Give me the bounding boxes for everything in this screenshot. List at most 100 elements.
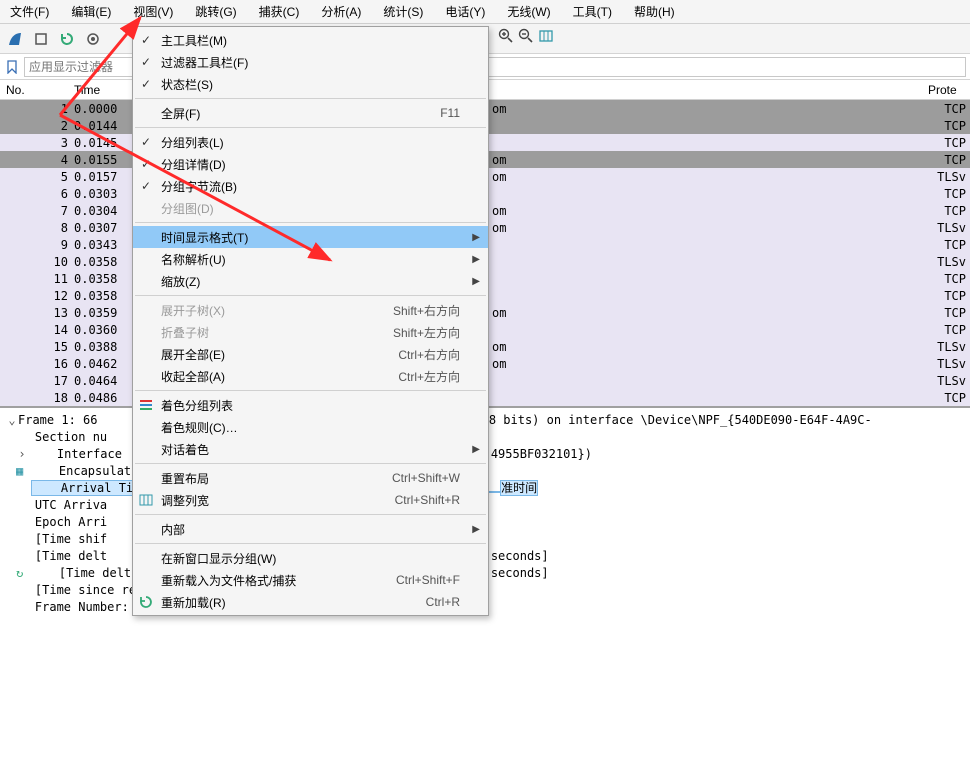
section-number[interactable]: Section nu — [6, 430, 107, 444]
cell-protocol: TCP — [944, 136, 966, 150]
cell-no: 16 — [0, 357, 74, 371]
menu-fullscreen[interactable]: 全屏(F)F11 — [133, 102, 488, 124]
menu-status-bar[interactable]: ✓状态栏(S) — [133, 73, 488, 95]
menu-packet-diagram: 分组图(D) — [133, 197, 488, 219]
menu-view[interactable]: 视图(V) — [129, 1, 177, 22]
menu-expand-all[interactable]: 展开全部(E)Ctrl+右方向 — [133, 343, 488, 365]
encapsulation[interactable]: Encapsulat — [30, 464, 131, 478]
cell-no: 8 — [0, 221, 74, 235]
menu-main-toolbar[interactable]: ✓主工具栏(M) — [133, 29, 488, 51]
cell-protocol: TLSv — [937, 357, 966, 371]
cell-no: 18 — [0, 391, 74, 405]
menu-coloring-rules[interactable]: 着色规则(C)… — [133, 416, 488, 438]
cell-protocol: TLSv — [937, 340, 966, 354]
menu-collapse-all[interactable]: 收起全部(A)Ctrl+左方向 — [133, 365, 488, 387]
cell-protocol: TLSv — [937, 221, 966, 235]
menu-telephony[interactable]: 电话(Y) — [441, 1, 489, 22]
shortcut-label: Ctrl+左方向 — [398, 368, 460, 385]
shortcut-label: Ctrl+Shift+F — [396, 573, 460, 587]
menu-collapse-subtree: 折叠子树Shift+左方向 — [133, 321, 488, 343]
menu-reset-layout[interactable]: 重置布局Ctrl+Shift+W — [133, 467, 488, 489]
frame-number[interactable]: Frame Number: 1 — [6, 600, 143, 614]
cell-protocol: TLSv — [937, 170, 966, 184]
cell-no: 11 — [0, 272, 74, 286]
menu-packet-bytes[interactable]: ✓分组字节流(B) — [133, 175, 488, 197]
shortcut-label: Ctrl+右方向 — [398, 346, 460, 363]
menu-colorize-conversation[interactable]: 对话着色▶ — [133, 438, 488, 460]
cell-no: 3 — [0, 136, 74, 150]
menu-name-resolution[interactable]: 名称解析(U)▶ — [133, 248, 488, 270]
caret-down-icon[interactable]: ⌄ — [6, 412, 18, 429]
menu-internals[interactable]: 内部▶ — [133, 518, 488, 540]
cell-no: 1 — [0, 102, 74, 116]
toolbar-right — [498, 28, 554, 47]
menu-help[interactable]: 帮助(H) — [630, 1, 679, 22]
separator — [135, 543, 486, 544]
stop-icon[interactable] — [30, 28, 52, 50]
menu-reload-as-file-format[interactable]: 重新载入为文件格式/捕获Ctrl+Shift+F — [133, 569, 488, 591]
cell-protocol: TLSv — [937, 374, 966, 388]
cell-no: 2 — [0, 119, 74, 133]
cell-no: 5 — [0, 170, 74, 184]
cell-protocol: TCP — [944, 187, 966, 201]
cell-dest-fragment: om — [492, 204, 506, 218]
menu-packet-details[interactable]: ✓分组详情(D) — [133, 153, 488, 175]
cell-protocol: TCP — [944, 153, 966, 167]
bookmark-icon[interactable] — [4, 59, 20, 75]
menu-resize-columns[interactable]: 调整列宽Ctrl+Shift+R — [133, 489, 488, 511]
time-shift[interactable]: [Time shif — [6, 532, 107, 546]
menu-reload[interactable]: 重新加载(R)Ctrl+R — [133, 591, 488, 613]
options-icon[interactable] — [82, 28, 104, 50]
menu-analyze[interactable]: 分析(A) — [317, 1, 365, 22]
menu-packet-list[interactable]: ✓分组列表(L) — [133, 131, 488, 153]
zoom-out-icon[interactable] — [518, 28, 534, 47]
cell-no: 15 — [0, 340, 74, 354]
menu-wireless[interactable]: 无线(W) — [503, 1, 554, 22]
menu-statistics[interactable]: 统计(S) — [379, 1, 427, 22]
zoom-in-icon[interactable] — [498, 28, 514, 47]
menu-filter-toolbar[interactable]: ✓过滤器工具栏(F) — [133, 51, 488, 73]
menu-expand-subtree: 展开子树(X)Shift+右方向 — [133, 299, 488, 321]
shortcut-label: Ctrl+R — [426, 595, 460, 609]
separator — [135, 295, 486, 296]
cell-no: 10 — [0, 255, 74, 269]
colorize-list-icon — [137, 397, 155, 413]
reload-inline-icon: ↻ — [16, 565, 30, 582]
cell-dest-fragment: om — [492, 340, 506, 354]
menu-goto[interactable]: 跳转(G) — [191, 1, 240, 22]
epoch-arrival[interactable]: Epoch Arri — [6, 515, 107, 529]
restart-icon[interactable] — [56, 28, 78, 50]
cell-protocol: TLSv — [937, 255, 966, 269]
submenu-arrow-icon: ▶ — [472, 444, 480, 455]
menu-zoom[interactable]: 缩放(Z)▶ — [133, 270, 488, 292]
utc-arrival[interactable]: UTC Arriva — [6, 498, 107, 512]
arrival-time[interactable]: Arrival Ti — [32, 481, 133, 495]
interface-id[interactable]: Interface — [28, 447, 129, 461]
menu-edit[interactable]: 编辑(E) — [67, 1, 115, 22]
separator — [135, 222, 486, 223]
check-icon: ✓ — [139, 55, 153, 69]
menu-file[interactable]: 文件(F) — [6, 1, 53, 22]
shark-fin-icon[interactable] — [4, 28, 26, 50]
caret-right-icon[interactable]: › — [16, 446, 28, 463]
check-icon: ✓ — [139, 77, 153, 91]
cell-no: 17 — [0, 374, 74, 388]
resize-columns-icon[interactable] — [538, 28, 554, 47]
cell-no: 13 — [0, 306, 74, 320]
cell-dest-fragment: om — [492, 170, 506, 184]
menu-show-packet-new-window[interactable]: 在新窗口显示分组(W) — [133, 547, 488, 569]
menu-capture[interactable]: 捕获(C) — [255, 1, 304, 22]
time-delta-1[interactable]: [Time delt — [6, 549, 107, 563]
time-delta-2[interactable]: [Time delt — [30, 566, 131, 580]
menubar: 文件(F) 编辑(E) 视图(V) 跳转(G) 捕获(C) 分析(A) 统计(S… — [0, 0, 970, 24]
cell-no: 7 — [0, 204, 74, 218]
menu-colorize-packet-list[interactable]: 着色分组列表 — [133, 394, 488, 416]
col-header-no[interactable]: No. — [0, 83, 74, 97]
menu-tools[interactable]: 工具(T) — [569, 1, 616, 22]
menu-time-display-format[interactable]: 时间显示格式(T)▶ — [133, 226, 488, 248]
frame-summary[interactable]: Frame 1: 66 — [18, 413, 105, 427]
cell-dest-fragment: om — [492, 102, 506, 116]
col-header-protocol[interactable]: Prote — [928, 83, 968, 97]
check-icon: ✓ — [139, 135, 153, 149]
cell-dest-fragment: om — [492, 221, 506, 235]
